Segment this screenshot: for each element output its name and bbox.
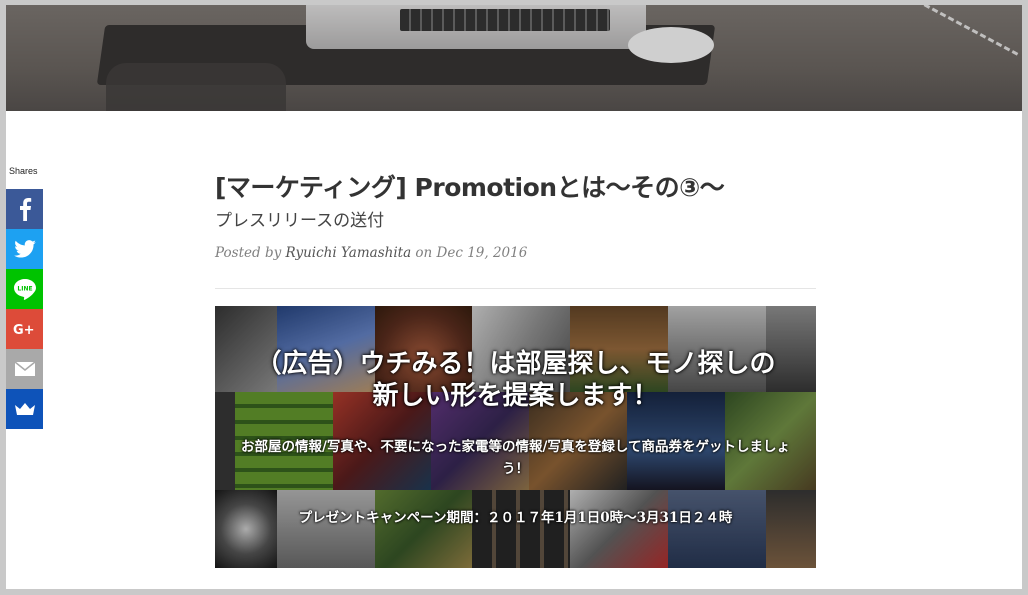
- hero-laptop: [306, 5, 646, 49]
- facebook-icon: [19, 198, 31, 221]
- banner-description-line1: お部屋の情報/写真や、不要になった家電等の情報/写真を登録して商品券をゲットしま…: [240, 439, 791, 455]
- hero-mouse: [628, 27, 714, 63]
- line-icon: LINE: [13, 279, 36, 300]
- crown-icon: [14, 403, 35, 415]
- banner-headline: （広告）ウチみる！は部屋探し、モノ探しの 新しい形を提案します！: [215, 348, 816, 412]
- on-label: on: [415, 245, 433, 261]
- ad-banner[interactable]: （広告）ウチみる！は部屋探し、モノ探しの 新しい形を提案します！ お部屋の情報/…: [215, 306, 816, 568]
- page-frame: Shares LINE G+ [マーケティング] Promotionとは〜その③…: [6, 5, 1022, 589]
- svg-text:LINE: LINE: [17, 286, 32, 293]
- hero-image: [6, 5, 1022, 111]
- share-line-button[interactable]: LINE: [6, 269, 43, 309]
- post-date: Dec 19, 2016: [436, 245, 528, 261]
- share-email-button[interactable]: [6, 349, 43, 389]
- shares-label: Shares: [9, 166, 38, 176]
- twitter-icon: [13, 240, 36, 258]
- banner-headline-line2: 新しい形を提案します！: [372, 381, 659, 411]
- hero-chair: [106, 63, 286, 111]
- article: [マーケティング] Promotionとは〜その③〜 プレスリリースの送付 Po…: [215, 171, 816, 289]
- share-twitter-button[interactable]: [6, 229, 43, 269]
- divider: [215, 288, 816, 289]
- share-googleplus-button[interactable]: G+: [6, 309, 43, 349]
- banner-campaign-period: プレゼントキャンペーン期間：２０１７年1月1日0時〜3月31日２４時: [298, 510, 733, 526]
- svg-text:G+: G+: [13, 323, 35, 337]
- post-subtitle: プレスリリースの送付: [215, 211, 385, 231]
- email-icon: [14, 361, 35, 376]
- author-link[interactable]: Ryuichi Yamashita: [286, 245, 412, 261]
- google-plus-icon: G+: [13, 323, 35, 337]
- share-facebook-button[interactable]: [6, 189, 43, 229]
- post-meta: Posted by Ryuichi Yamashita on Dec 19, 2…: [215, 245, 816, 261]
- banner-description-line2: う！: [502, 461, 529, 477]
- post-title: [マーケティング] Promotionとは〜その③〜: [215, 173, 725, 202]
- banner-description: お部屋の情報/写真や、不要になった家電等の情報/写真を登録して商品券をゲットしま…: [215, 436, 816, 480]
- share-bar: Shares LINE G+: [6, 165, 43, 429]
- share-sumome-button[interactable]: [6, 389, 43, 429]
- banner-headline-line1: （広告）ウチみる！は部屋探し、モノ探しの: [255, 349, 776, 379]
- posted-by-label: Posted by: [215, 245, 282, 261]
- hero-dashed-line: [873, 5, 1019, 60]
